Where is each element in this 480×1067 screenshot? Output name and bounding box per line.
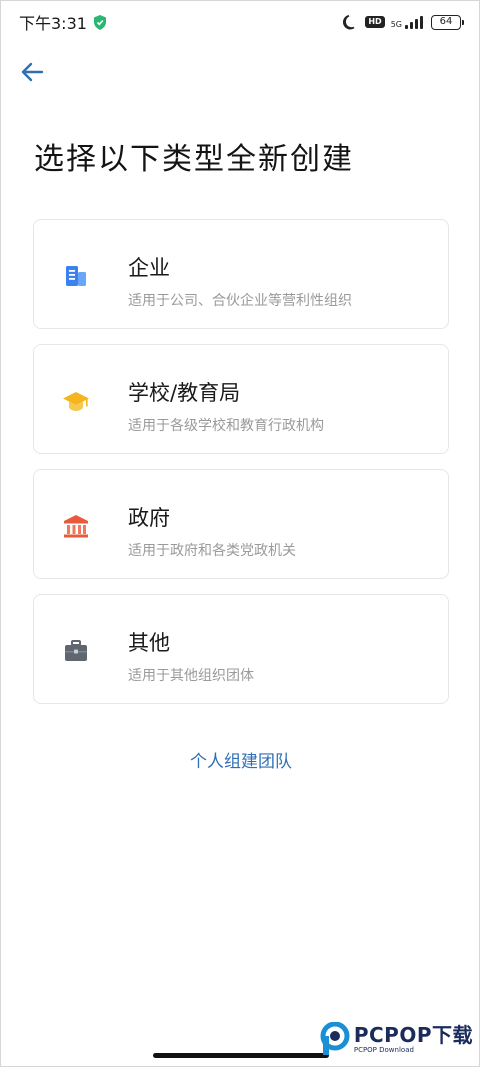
pcpop-watermark: PCPOP下载 PCPOP Download — [320, 1022, 473, 1056]
org-type-list: 企业 适用于公司、合伙企业等营利性组织 学校/教育局 适用于各级学校和教育行政机… — [33, 219, 449, 719]
option-title: 其他 — [128, 631, 170, 655]
arrow-left-icon — [21, 62, 44, 82]
option-description: 适用于政府和各类党政机关 — [128, 543, 296, 559]
app-screen: 下午3:31 HD 5G 64 选择以下类型全新创建 企业 适用于公司、合伙企业… — [0, 0, 480, 1067]
option-description: 适用于各级学校和教育行政机构 — [128, 418, 324, 434]
option-government[interactable]: 政府 适用于政府和各类党政机关 — [33, 469, 449, 579]
watermark-main: PCPOP下载 — [353, 1022, 473, 1047]
briefcase-icon — [62, 637, 90, 665]
option-title: 企业 — [128, 256, 170, 280]
option-enterprise[interactable]: 企业 适用于公司、合伙企业等营利性组织 — [33, 219, 449, 329]
home-indicator[interactable] — [153, 1053, 329, 1058]
page-title: 选择以下类型全新创建 — [34, 142, 354, 177]
option-title: 学校/教育局 — [128, 381, 241, 405]
option-description: 适用于公司、合伙企业等营利性组织 — [128, 293, 352, 309]
building-icon — [62, 262, 90, 290]
personal-team-link[interactable]: 个人组建团队 — [1, 747, 480, 772]
battery-level: 64 — [439, 15, 453, 27]
moon-icon — [343, 15, 355, 30]
signal-bars-icon — [405, 15, 423, 29]
watermark-sub: PCPOP Download — [353, 1045, 414, 1054]
network-gen: 5G — [390, 20, 402, 29]
battery-icon: 64 — [431, 14, 464, 30]
status-time: 下午3:31 — [19, 14, 87, 33]
pcpop-logo-icon — [320, 1022, 350, 1055]
signal-indicator: 5G — [391, 15, 423, 29]
hd-icon: HD — [365, 16, 385, 28]
option-description: 适用于其他组织团体 — [128, 668, 254, 684]
option-other[interactable]: 其他 适用于其他组织团体 — [33, 594, 449, 704]
status-left: 下午3:31 — [19, 10, 107, 34]
shield-icon — [93, 14, 106, 30]
status-bar: 下午3:31 HD 5G 64 — [1, 1, 479, 43]
back-button[interactable] — [17, 57, 47, 87]
government-building-icon — [62, 512, 90, 540]
status-right: HD 5G 64 — [343, 14, 464, 30]
option-title: 政府 — [128, 506, 170, 530]
graduation-cap-icon — [62, 387, 90, 415]
option-school[interactable]: 学校/教育局 适用于各级学校和教育行政机构 — [33, 344, 449, 454]
